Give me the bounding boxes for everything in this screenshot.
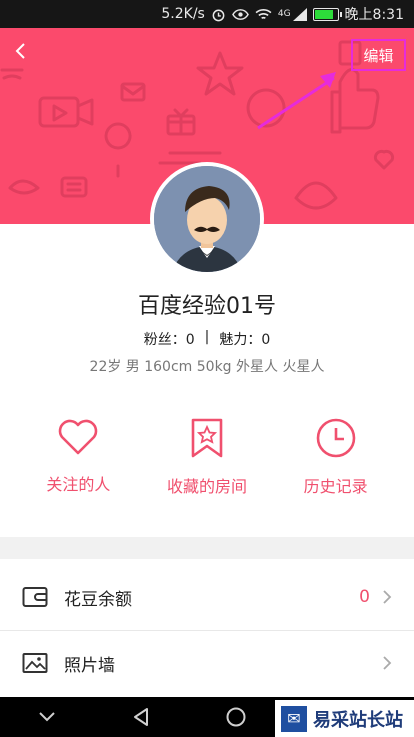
profile-stats: 粉丝：0 | 魅力：0 (0, 329, 414, 349)
row-divider (0, 630, 414, 631)
menu-row-photo-wall[interactable]: 照片墙 (0, 632, 414, 694)
avatar[interactable] (150, 162, 264, 276)
battery-icon (312, 7, 342, 21)
cell-signal-icon (292, 7, 307, 21)
following-button[interactable]: 关注的人 (18, 417, 138, 507)
charm-count: 0 (261, 332, 271, 348)
favorite-rooms-label: 收藏的房间 (166, 477, 247, 496)
profile-name: 百度经验01号 (138, 294, 276, 319)
chevron-right-icon (383, 590, 392, 604)
photo-wall-label: 照片墙 (64, 655, 115, 676)
menu-row-balance[interactable]: 花豆余额 0 (0, 566, 414, 628)
annotation-arrow (257, 72, 336, 130)
avatar-cartoon-icon (154, 166, 260, 272)
history-label: 历史记录 (303, 477, 368, 496)
wallet-icon (22, 587, 48, 607)
following-label: 关注的人 (46, 475, 111, 494)
edit-button[interactable]: 编辑 (351, 39, 406, 71)
profile-info: 22岁 男 160cm 50kg 外星人 火星人 (89, 359, 325, 375)
alarm-icon (211, 7, 226, 22)
charm-stat[interactable]: 魅力：0 (219, 329, 270, 349)
eye-icon (231, 8, 249, 21)
home-circle-icon[interactable] (225, 706, 247, 728)
fans-count: 0 (185, 332, 195, 348)
charm-label: 魅力： (219, 332, 262, 348)
history-button[interactable]: 历史记录 (276, 417, 396, 507)
image-icon (22, 653, 48, 673)
watermark-logo-icon: ✉ (281, 705, 307, 732)
chevron-right-icon (383, 656, 392, 670)
fans-label: 粉丝： (143, 332, 186, 348)
network-speed: 5.2K/s (161, 6, 205, 22)
profile-actions: 关注的人 收藏的房间 历史记录 (0, 417, 414, 507)
back-button[interactable] (8, 38, 34, 64)
chevron-down-icon[interactable] (37, 710, 57, 724)
signal-label: 4G (277, 9, 291, 19)
watermark: ✉ 易采站长站 (275, 700, 414, 737)
stats-separator: | (204, 329, 210, 345)
bookmark-star-icon (191, 418, 223, 458)
clock-time: 晚上8:31 (344, 7, 404, 23)
fans-stat[interactable]: 粉丝：0 (144, 329, 195, 349)
clock-icon (316, 418, 355, 458)
balance-label: 花豆余额 (64, 589, 132, 610)
wifi-icon (255, 8, 272, 21)
chevron-left-icon (15, 43, 25, 59)
favorite-rooms-button[interactable]: 收藏的房间 (147, 417, 267, 507)
status-bar: 5.2K/s 4G 晚上8:31 (0, 0, 414, 28)
balance-value: 0 (359, 587, 370, 607)
heart-icon (59, 419, 98, 455)
back-triangle-icon[interactable] (131, 707, 151, 727)
watermark-text: 易采站长站 (313, 709, 403, 731)
section-divider (0, 537, 414, 559)
